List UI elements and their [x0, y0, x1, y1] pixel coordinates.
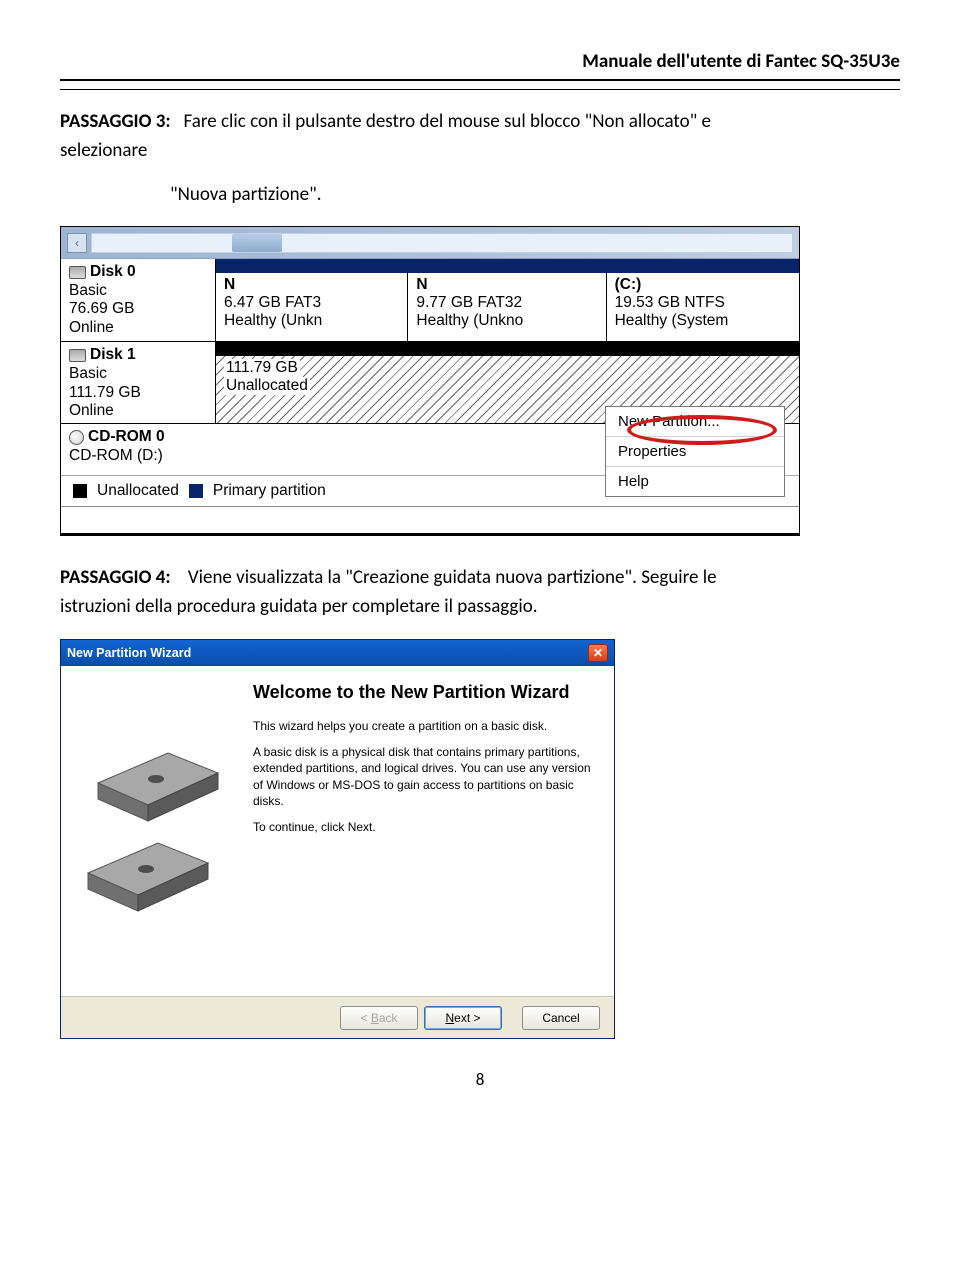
new-partition-wizard-dialog: New Partition Wizard ✕ — [60, 639, 615, 1039]
disks-illustration-icon — [76, 701, 226, 961]
menu-item-help[interactable]: Help — [606, 467, 784, 496]
wizard-p2: A basic disk is a physical disk that con… — [253, 744, 592, 809]
disk0-part-1[interactable]: N 9.77 GB FAT32 Healthy (Unkno — [408, 273, 606, 341]
legend-blue-icon — [189, 484, 203, 498]
disk-icon — [69, 266, 86, 279]
wizard-body: Welcome to the New Partition Wizard This… — [61, 666, 614, 996]
wizard-title-text: New Partition Wizard — [67, 646, 191, 660]
paragraph-step4: PASSAGGIO 4: Viene visualizzata la "Crea… — [60, 564, 900, 621]
disk0-size: 76.69 GB — [69, 300, 207, 319]
disk1-size: 111.79 GB — [69, 384, 207, 403]
menu-item-new-partition[interactable]: New Partition... — [606, 407, 784, 437]
disk0-info: Disk 0 Basic 76.69 GB Online — [61, 259, 216, 341]
back-button[interactable]: < Back — [340, 1006, 418, 1030]
context-menu: New Partition... Properties Help — [605, 406, 785, 497]
legend-unallocated: Unallocated — [97, 482, 179, 500]
disk0-type: Basic — [69, 282, 207, 301]
legend-primary: Primary partition — [213, 482, 326, 500]
disk-management-screenshot: ‹ Disk 0 Basic 76.69 GB Online N 6.47 GB… — [60, 226, 800, 536]
disk0-title: Disk 0 — [90, 263, 136, 282]
part0-letter: N — [224, 276, 399, 294]
wizard-heading: Welcome to the New Partition Wizard — [253, 682, 592, 704]
cdrom-icon — [69, 430, 84, 445]
part2-health: Healthy (System — [615, 312, 791, 330]
step4-text-a: Viene visualizzata la "Creazione guidata… — [188, 566, 717, 589]
cancel-button[interactable]: Cancel — [522, 1006, 600, 1030]
menu-item-properties[interactable]: Properties — [606, 437, 784, 467]
wizard-p3: To continue, click Next. — [253, 819, 592, 835]
page-number: 8 — [60, 1069, 900, 1090]
disk0-part-0[interactable]: N 6.47 GB FAT3 Healthy (Unkn — [216, 273, 408, 341]
disk1-strip — [216, 342, 799, 356]
disk1-row: Disk 1 Basic 111.79 GB Online 111.79 GB … — [61, 342, 799, 424]
disk1-title: Disk 1 — [90, 346, 136, 365]
next-button[interactable]: Next > — [424, 1006, 502, 1030]
unalloc-size: 111.79 GB — [224, 359, 300, 377]
disk0-strip — [216, 259, 799, 273]
cdrom-sub: CD-ROM (D:) — [69, 447, 208, 466]
dm-scrollbar-top: ‹ — [61, 227, 799, 259]
disk-icon — [69, 349, 86, 362]
wizard-p1: This wizard helps you create a partition… — [253, 718, 592, 734]
disk0-status: Online — [69, 319, 207, 338]
part1-letter: N — [416, 276, 597, 294]
unalloc-text: Unallocated — [224, 377, 310, 395]
disk1-type: Basic — [69, 365, 207, 384]
part0-health: Healthy (Unkn — [224, 312, 399, 330]
part1-info: 9.77 GB FAT32 — [416, 294, 597, 312]
part0-info: 6.47 GB FAT3 — [224, 294, 399, 312]
dm-blank-row — [61, 507, 799, 535]
step4-label: PASSAGGIO 4: — [60, 566, 171, 589]
disk1-status: Online — [69, 402, 207, 421]
step3-text-c: "Nuova partizione". — [170, 183, 900, 206]
wizard-footer: < Back Next > Cancel — [61, 996, 614, 1038]
disk0-row: Disk 0 Basic 76.69 GB Online N 6.47 GB F… — [61, 259, 799, 342]
close-icon[interactable]: ✕ — [588, 644, 608, 662]
scroll-thumb[interactable] — [232, 234, 282, 252]
page-header: Manuale dell'utente di Fantec SQ-35U3e — [60, 50, 900, 73]
disk0-part-2[interactable]: (C:) 19.53 GB NTFS Healthy (System — [607, 273, 799, 341]
cdrom-info: CD-ROM 0 CD-ROM (D:) — [61, 424, 216, 475]
step3-text-a: Fare clic con il pulsante destro del mou… — [184, 110, 711, 133]
legend-black-icon — [73, 484, 87, 498]
header-rule-thin — [60, 89, 900, 90]
wizard-titlebar: New Partition Wizard ✕ — [61, 640, 614, 666]
part2-info: 19.53 GB NTFS — [615, 294, 791, 312]
disk1-unallocated[interactable]: 111.79 GB Unallocated New Partition... P… — [216, 356, 799, 423]
part1-health: Healthy (Unkno — [416, 312, 597, 330]
part2-letter: (C:) — [615, 276, 791, 294]
cdrom-title: CD-ROM 0 — [88, 428, 165, 447]
disk1-info: Disk 1 Basic 111.79 GB Online — [61, 342, 216, 423]
wizard-side-graphic — [61, 666, 241, 996]
header-rule-thick — [60, 79, 900, 81]
wizard-main: Welcome to the New Partition Wizard This… — [241, 666, 614, 996]
paragraph-step3: PASSAGGIO 3: Fare clic con il pulsante d… — [60, 108, 900, 165]
step4-text-b: istruzioni della procedura guidata per c… — [60, 595, 538, 618]
scroll-left-icon[interactable]: ‹ — [67, 233, 87, 253]
scroll-track[interactable] — [91, 233, 793, 253]
step3-label: PASSAGGIO 3: — [60, 110, 171, 133]
step3-text-b: selezionare — [60, 139, 147, 162]
